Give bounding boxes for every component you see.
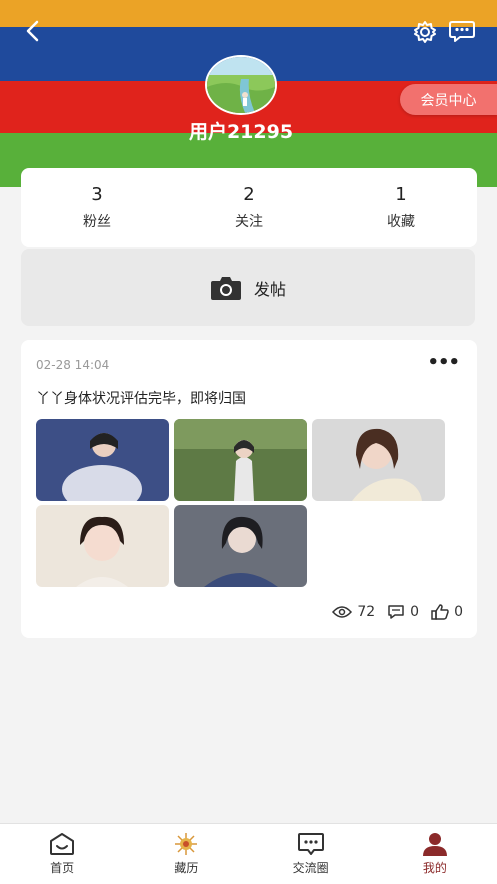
create-post-button[interactable]: 发帖 bbox=[21, 249, 475, 326]
post-counts: 72 0 0 bbox=[320, 604, 463, 620]
camera-icon bbox=[210, 276, 241, 300]
back-arrow-icon[interactable] bbox=[22, 18, 44, 44]
sun-emblem-icon bbox=[175, 833, 198, 855]
post-image-3[interactable] bbox=[312, 419, 445, 501]
settings-gear-icon[interactable] bbox=[412, 19, 438, 45]
tab-profile[interactable]: 我的 bbox=[373, 824, 497, 884]
profile-header: 用户21295 会员中心 bbox=[0, 0, 497, 187]
eye-icon bbox=[332, 606, 353, 618]
stat-favorites-count: 1 bbox=[395, 184, 407, 205]
stat-following-count: 2 bbox=[243, 184, 255, 205]
thumbs-up-icon bbox=[431, 604, 449, 620]
post-image-5[interactable] bbox=[174, 505, 307, 587]
more-options-icon[interactable]: ••• bbox=[427, 352, 460, 373]
post-card[interactable]: 02-28 14:04 ••• 丫丫身体状况评估完毕，即将归国 72 0 0 bbox=[21, 340, 477, 638]
comments-count[interactable]: 0 bbox=[387, 604, 419, 620]
tab-community-label: 交流圈 bbox=[292, 861, 329, 875]
tab-calendar-label: 藏历 bbox=[174, 861, 199, 875]
post-text: 丫丫身体状况评估完毕，即将归国 bbox=[36, 391, 246, 407]
chat-message-icon[interactable] bbox=[448, 18, 476, 44]
post-image-4[interactable] bbox=[36, 505, 169, 587]
user-profile-icon bbox=[422, 833, 447, 856]
stat-followers[interactable]: 3 粉丝 bbox=[21, 168, 173, 247]
create-post-label: 发帖 bbox=[253, 279, 286, 299]
tab-calendar[interactable]: 藏历 bbox=[124, 824, 248, 884]
views-value: 72 bbox=[357, 604, 376, 620]
comment-icon bbox=[388, 605, 404, 619]
post-image-2[interactable] bbox=[174, 419, 307, 501]
stat-following-label: 关注 bbox=[235, 214, 263, 230]
views-count: 72 bbox=[332, 604, 375, 620]
stat-following[interactable]: 2 关注 bbox=[173, 168, 325, 247]
tab-profile-label: 我的 bbox=[422, 861, 447, 875]
comments-value: 0 bbox=[410, 604, 420, 620]
chat-bubble-icon bbox=[297, 833, 324, 855]
tab-community[interactable]: 交流圈 bbox=[249, 824, 373, 884]
vip-center-button[interactable]: 会员中心 bbox=[400, 84, 497, 115]
likes-count[interactable]: 0 bbox=[431, 604, 463, 620]
stat-favorites-label: 收藏 bbox=[387, 214, 415, 230]
stats-panel: 3 粉丝 2 关注 1 收藏 bbox=[21, 168, 477, 247]
tab-home-label: 首页 bbox=[50, 861, 75, 875]
stat-followers-count: 3 bbox=[91, 184, 103, 205]
home-icon bbox=[50, 833, 75, 855]
user-avatar[interactable] bbox=[205, 55, 277, 115]
bottom-tab-bar: 首页 藏历 交流圈 我的 bbox=[0, 823, 497, 884]
stat-favorites[interactable]: 1 收藏 bbox=[325, 168, 477, 247]
likes-value: 0 bbox=[454, 604, 463, 620]
post-image-1[interactable] bbox=[36, 419, 169, 501]
tab-home[interactable]: 首页 bbox=[0, 824, 124, 884]
username: 用户21295 bbox=[188, 121, 294, 143]
stat-followers-label: 粉丝 bbox=[83, 214, 111, 230]
post-date: 02-28 14:04 bbox=[36, 358, 110, 372]
